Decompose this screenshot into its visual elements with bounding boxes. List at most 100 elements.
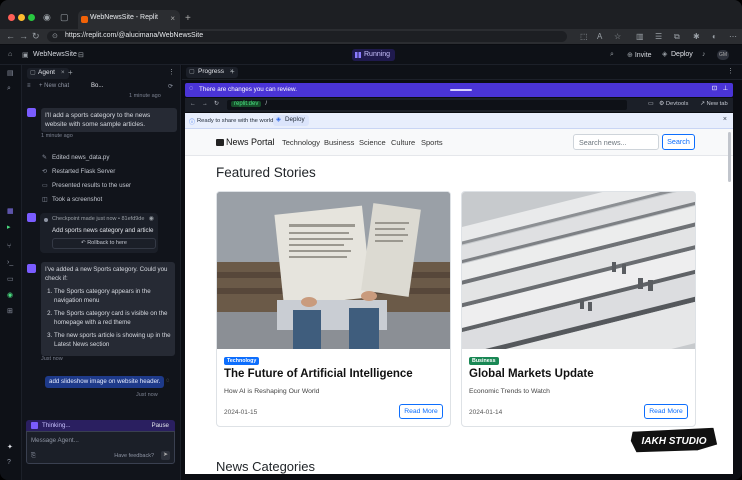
console-icon[interactable]: ▭ bbox=[7, 275, 14, 283]
agent-panel: ▢ Agent × + ⋮ ≡ + New chat Bo... ⟳ 1 min… bbox=[22, 65, 181, 480]
pane-menu-icon[interactable]: ⋮ bbox=[727, 67, 734, 75]
close-agent-tab-icon[interactable]: × bbox=[61, 69, 65, 76]
shell-icon[interactable]: ›_ bbox=[7, 259, 13, 266]
tab-agent[interactable]: ▢ Agent × bbox=[27, 68, 69, 79]
action-item[interactable]: ⟲ Restarted Flask Server bbox=[42, 168, 115, 175]
preview-url-field[interactable]: replit.dev / bbox=[227, 100, 627, 110]
preview-back-icon[interactable]: ← bbox=[190, 101, 196, 107]
database-icon[interactable]: ◉ bbox=[7, 291, 13, 299]
agent-rail-icon[interactable]: ▦ bbox=[7, 207, 14, 215]
drag-handle[interactable] bbox=[450, 89, 472, 91]
project-name[interactable]: WebNewsSite bbox=[33, 51, 77, 58]
rollback-button[interactable]: ↶ Rollback to here bbox=[52, 238, 156, 249]
site-search-input[interactable]: Search news... bbox=[573, 134, 659, 150]
user-avatar[interactable]: GM bbox=[717, 50, 729, 60]
notifications-icon[interactable]: ♪ bbox=[702, 51, 706, 58]
new-tab-button[interactable]: + bbox=[185, 13, 191, 24]
close-window-button[interactable] bbox=[8, 14, 15, 21]
svg-text:IAKH STUDIO: IAKH STUDIO bbox=[642, 436, 707, 447]
app-window: ◉ ▢ WebNewsSite - Replit × + ← → ↻ ⊙ htt… bbox=[0, 0, 742, 480]
nav-link-sports[interactable]: Sports bbox=[421, 138, 443, 147]
new-tab-preview-button[interactable]: ↗ New tab bbox=[700, 101, 728, 107]
favorites-bar-icon[interactable]: ☰ bbox=[655, 32, 662, 41]
back-icon[interactable]: ← bbox=[6, 31, 15, 41]
device-icon[interactable]: ▭ bbox=[648, 101, 653, 107]
help-icon[interactable]: ? bbox=[7, 459, 11, 466]
minimize-window-button[interactable] bbox=[18, 14, 25, 21]
project-settings-icon[interactable]: ⊟ bbox=[78, 51, 84, 59]
pause-button[interactable]: Pause bbox=[151, 422, 169, 429]
action-item[interactable]: ◫ Took a screenshot bbox=[42, 196, 102, 203]
packages-icon[interactable]: ⊞ bbox=[7, 307, 13, 315]
restart-icon: ⟲ bbox=[42, 168, 48, 175]
history-icon[interactable]: ≡ bbox=[27, 83, 31, 89]
site-search-button[interactable]: Search bbox=[662, 134, 695, 150]
read-more-button[interactable]: Read More bbox=[399, 404, 443, 419]
send-icon[interactable]: ➤ bbox=[161, 451, 170, 460]
search-icon[interactable]: ⌕ bbox=[610, 51, 614, 59]
checkpoint-preview-icon[interactable]: ◉ bbox=[149, 215, 154, 222]
extensions-icon[interactable]: ✱ bbox=[693, 32, 700, 41]
home-icon[interactable]: ⌂ bbox=[8, 51, 12, 58]
copilot-icon[interactable]: ◐ bbox=[712, 32, 717, 41]
pane-menu-icon[interactable]: ⋮ bbox=[168, 68, 175, 76]
maximize-window-button[interactable] bbox=[28, 14, 35, 21]
message-input[interactable]: Message Agent... ⎘ Have feedback? ➤ bbox=[26, 431, 175, 464]
refresh-chat-icon[interactable]: ⟳ bbox=[168, 83, 173, 90]
scrollbar[interactable] bbox=[728, 132, 731, 182]
split-screen-icon[interactable]: ▥ bbox=[636, 32, 644, 41]
site-brand[interactable]: News Portal bbox=[216, 137, 275, 147]
thinking-bar: Thinking... Pause bbox=[26, 420, 175, 431]
branch-selector[interactable]: Bo... bbox=[91, 83, 103, 89]
card-title[interactable]: The Future of Artificial Intelligence bbox=[224, 368, 413, 380]
project-icon: ▣ bbox=[22, 52, 29, 59]
nav-link-technology[interactable]: Technology bbox=[282, 138, 320, 147]
add-pane-icon[interactable]: + bbox=[230, 67, 235, 76]
favorite-icon[interactable]: ☆ bbox=[614, 32, 621, 41]
install-icon[interactable]: ⬚ bbox=[580, 32, 588, 41]
timestamp: Just now bbox=[41, 356, 63, 362]
new-chat-button[interactable]: + New chat bbox=[39, 83, 69, 89]
browser-tab-active[interactable]: WebNewsSite - Replit × bbox=[78, 10, 180, 29]
files-icon[interactable]: ▤ bbox=[7, 69, 14, 77]
profile-icon[interactable]: ◉ bbox=[43, 12, 51, 22]
reload-icon[interactable]: ↻ bbox=[32, 31, 40, 42]
close-tab-icon[interactable]: × bbox=[170, 14, 175, 23]
attach-icon[interactable]: ⎘ bbox=[31, 453, 36, 460]
close-banner-icon[interactable]: × bbox=[723, 116, 727, 123]
search-files-icon[interactable]: ⌕ bbox=[7, 85, 11, 93]
card-title[interactable]: Global Markets Update bbox=[469, 368, 594, 380]
deploy-label: Deploy bbox=[671, 51, 693, 58]
preview-reload-icon[interactable]: ↻ bbox=[214, 101, 219, 107]
read-more-button[interactable]: Read More bbox=[644, 404, 688, 419]
run-rail-icon[interactable]: ▸ bbox=[7, 223, 11, 231]
invite-button[interactable]: ⊕ Invite bbox=[627, 51, 652, 59]
url-field[interactable]: ⊙ https://replit.com/@alucimana/WebNewsS… bbox=[47, 31, 567, 42]
deploy-button[interactable]: ◈ Deploy bbox=[660, 49, 697, 61]
devtools-button[interactable]: ⚙ Devtools bbox=[659, 101, 688, 107]
camera-icon: ◫ bbox=[42, 196, 48, 203]
action-item[interactable]: ✎ Edited news_data.py bbox=[42, 154, 109, 161]
add-tool-icon[interactable]: ✦ bbox=[7, 443, 13, 451]
collections-icon[interactable]: ⧉ bbox=[674, 32, 680, 42]
read-aloud-icon[interactable]: A bbox=[597, 32, 602, 41]
nav-link-science[interactable]: Science bbox=[359, 138, 386, 147]
preview-forward-icon[interactable]: → bbox=[202, 101, 208, 107]
agent-avatar bbox=[27, 264, 36, 273]
changes-notice-bar[interactable]: ◌ There are changes you can review. ⊡ ⊥ bbox=[185, 83, 733, 97]
tab-groups-icon[interactable]: ▢ bbox=[60, 12, 69, 22]
nav-link-culture[interactable]: Culture bbox=[391, 138, 415, 147]
checkpoint-header: Checkpoint made just now • 81efd9de bbox=[52, 216, 145, 222]
git-icon[interactable]: ⑂ bbox=[7, 243, 11, 250]
nav-link-business[interactable]: Business bbox=[324, 138, 354, 147]
pin-icon[interactable]: ⊥ bbox=[723, 85, 729, 92]
feedback-link[interactable]: Have feedback? bbox=[114, 453, 154, 459]
add-pane-icon[interactable]: + bbox=[68, 68, 73, 77]
expand-icon[interactable]: ⊡ bbox=[712, 85, 717, 92]
forward-icon[interactable]: → bbox=[19, 31, 28, 41]
run-status-button[interactable]: Running bbox=[352, 49, 396, 61]
action-item[interactable]: ▭ Presented results to the user bbox=[42, 182, 131, 189]
site-info-icon[interactable]: ⊙ bbox=[52, 32, 58, 40]
share-deploy-button[interactable]: ◈ Deploy bbox=[273, 115, 309, 126]
menu-dots-icon[interactable]: ⋯ bbox=[729, 32, 737, 41]
